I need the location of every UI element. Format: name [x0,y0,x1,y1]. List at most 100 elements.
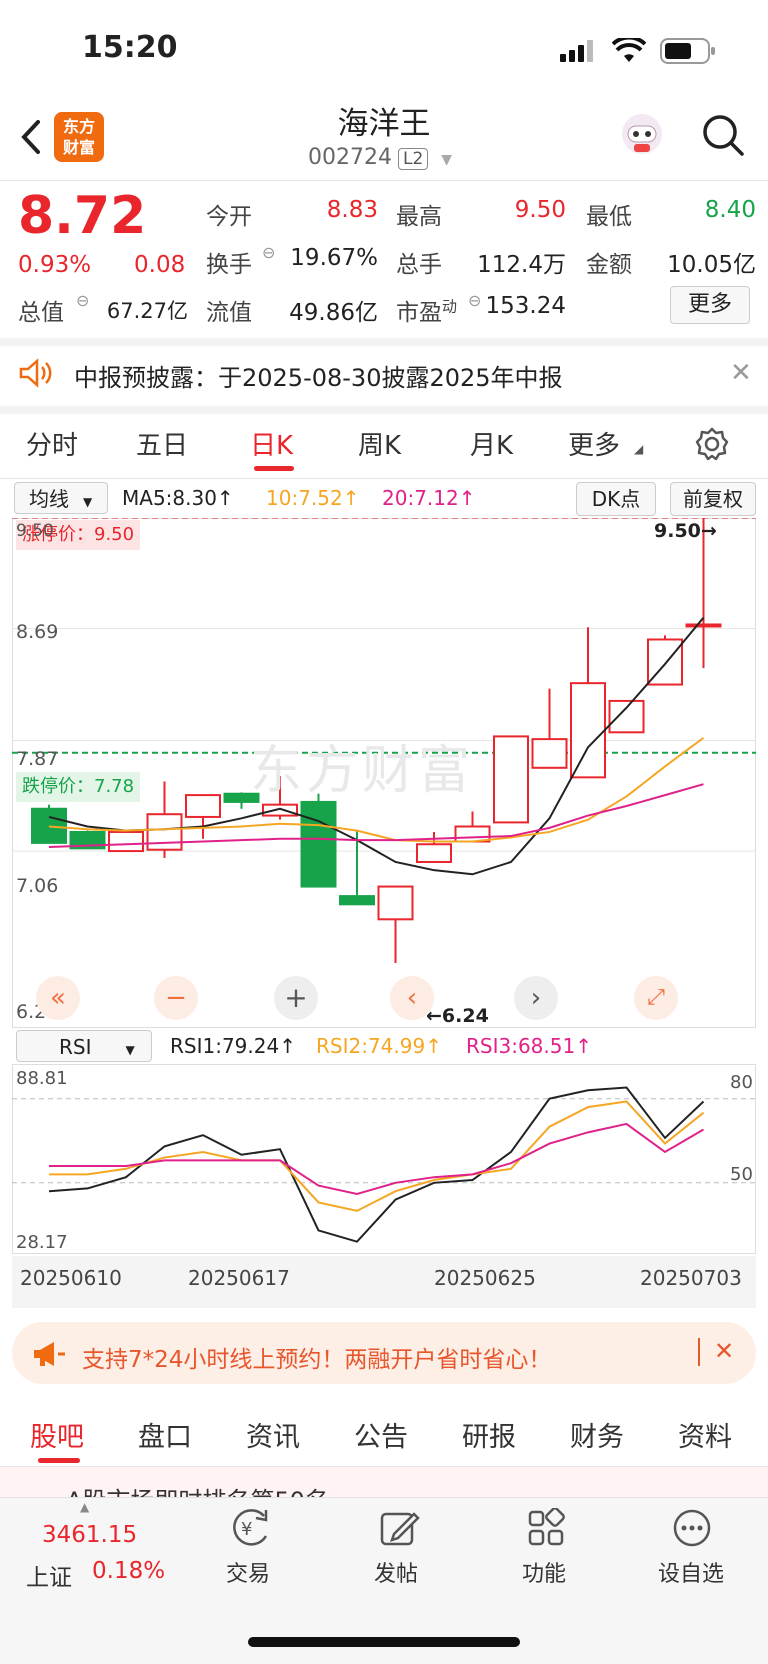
function-grid-icon[interactable] [526,1507,566,1552]
partial-line: A股市场即时排名第50名 [66,1481,329,1497]
low-value: 8.40 [704,197,756,223]
caret-up-icon: ▲ [80,1500,90,1514]
ma5-legend: MA5:8.30↑ [122,486,234,510]
tab-caiwu[interactable]: 财务 [570,1415,624,1454]
info-icon[interactable]: ⊖ [76,291,89,310]
pe-label-text: 市盈 [396,300,442,326]
pe-sup: 动 [442,297,458,316]
post-icon[interactable] [378,1508,422,1552]
info-icon[interactable]: ⊖ [262,243,275,262]
status-bar: 15:20 [0,0,768,100]
index-value[interactable]: 3461.15 [42,1522,137,1548]
candle-body [31,807,67,844]
tab-rik[interactable]: 日K [250,425,293,462]
candle-body [685,623,722,628]
more-dots-icon[interactable] [672,1508,712,1552]
zoom-out-icon[interactable]: − [154,976,198,1020]
trade-icon[interactable]: ¥ [226,1508,274,1552]
tab-yuek[interactable]: 月K [470,425,513,462]
robot-assistant-icon[interactable] [618,110,666,158]
limit-down-label: 跌停价：7.78 [16,772,141,802]
rsi-select-label: RSI [59,1035,92,1059]
home-indicator [248,1637,520,1647]
low-label: 最低 [586,204,632,230]
float-value: 49.86亿 [289,300,378,326]
stock-code-row[interactable]: 002724 L2 ▼ [308,145,452,170]
tab-zhouk[interactable]: 周K [358,425,401,462]
tab-yanbao[interactable]: 研报 [462,1415,516,1454]
scroll-right-icon[interactable]: › [514,976,558,1020]
close-icon[interactable]: ✕ [714,1337,734,1365]
tab-fenshi[interactable]: 分时 [26,425,78,462]
last-price: 8.72 [18,186,147,246]
fullscreen-icon[interactable]: ⤢ [634,976,678,1020]
date-label: 20250625 [434,1266,536,1290]
wifi-icon [611,35,647,68]
trade-label[interactable]: 交易 [226,1556,270,1588]
candle-body [570,682,606,779]
tab-gonggao[interactable]: 公告 [354,1415,408,1454]
active-tab-indicator [38,1458,80,1463]
candle-body [377,885,414,921]
rsi-level-80: 80 [730,1072,753,1093]
volume-label: 总手 [396,252,442,278]
function-label[interactable]: 功能 [522,1556,566,1588]
tab-guba[interactable]: 股吧 [30,1415,84,1454]
candle-body [339,895,375,906]
tab-wuri[interactable]: 五日 [136,425,188,462]
tab-more[interactable]: 更多 [568,425,620,462]
rsi-select[interactable]: RSI ▼ [16,1030,152,1062]
scroll-left-icon[interactable]: ‹ [390,976,434,1020]
more-button[interactable]: 更多 [670,286,750,324]
y-tick: 9.50 [16,521,54,541]
tab-pankou[interactable]: 盘口 [138,1415,192,1454]
rsi-frame [12,1064,756,1254]
index-name: 上证 [26,1565,72,1591]
mktcap-label: 总值 [18,300,64,326]
float-label: 流值 [206,300,252,326]
speaker-icon [18,358,54,392]
rsi1-legend: RSI1:79.24↑ [170,1034,296,1058]
settings-gear-icon[interactable] [694,426,730,466]
tab-zixun[interactable]: 资讯 [246,1415,300,1454]
megaphone-icon [32,1340,66,1372]
notice-text[interactable]: 中报预披露：于2025-08-30披露2025年中报 [74,358,563,393]
status-time: 15:20 [82,30,178,65]
min-marker: ←6.24 [426,1005,489,1027]
level-badge: L2 [397,148,429,170]
mktcap-value: 67.27亿 [106,299,188,323]
close-icon[interactable]: ✕ [730,358,752,388]
tab-ziliao[interactable]: 资料 [678,1415,732,1454]
search-icon[interactable] [700,112,746,162]
high-label: 最高 [396,204,442,230]
ma10-legend: 10:7.52↑ [266,486,360,510]
post-label[interactable]: 发帖 [374,1556,418,1588]
stock-code: 002724 [308,145,392,170]
candle-body [108,830,144,853]
divider [698,1338,700,1366]
rsi-y-top: 88.81 [16,1068,68,1089]
active-tab-indicator [254,466,294,471]
rsi-y-bottom: 28.17 [16,1232,68,1253]
triangle-icon: ◢ [634,442,644,456]
zoom-in-icon[interactable]: + [274,976,318,1020]
pe-value: 153.24 [485,293,566,319]
change-pct: 0.93% [18,252,92,278]
rsi-line-rsi1 [48,1086,705,1243]
change-amt: 0.08 [134,252,186,278]
rsi-level-50: 50 [730,1164,753,1185]
indicator-select[interactable]: 均线 ▼ [14,482,108,514]
rsi-chart[interactable] [12,1064,756,1254]
open-value: 8.83 [326,197,378,223]
amount-value: 10.05亿 [667,252,756,278]
candle-body [493,735,529,824]
watchlist-label[interactable]: 设自选 [658,1556,724,1588]
turnover-value: 19.67% [290,245,378,271]
dropdown-icon: ▼ [83,495,93,509]
y-tick: 7.06 [16,875,59,897]
dk-button[interactable]: DK点 [576,482,656,516]
turnover-label: 换手 [206,252,252,278]
scroll-left-fast-icon[interactable]: « [36,976,80,1020]
adjust-button[interactable]: 前复权 [670,482,756,516]
ma20-legend: 20:7.12↑ [382,486,476,510]
